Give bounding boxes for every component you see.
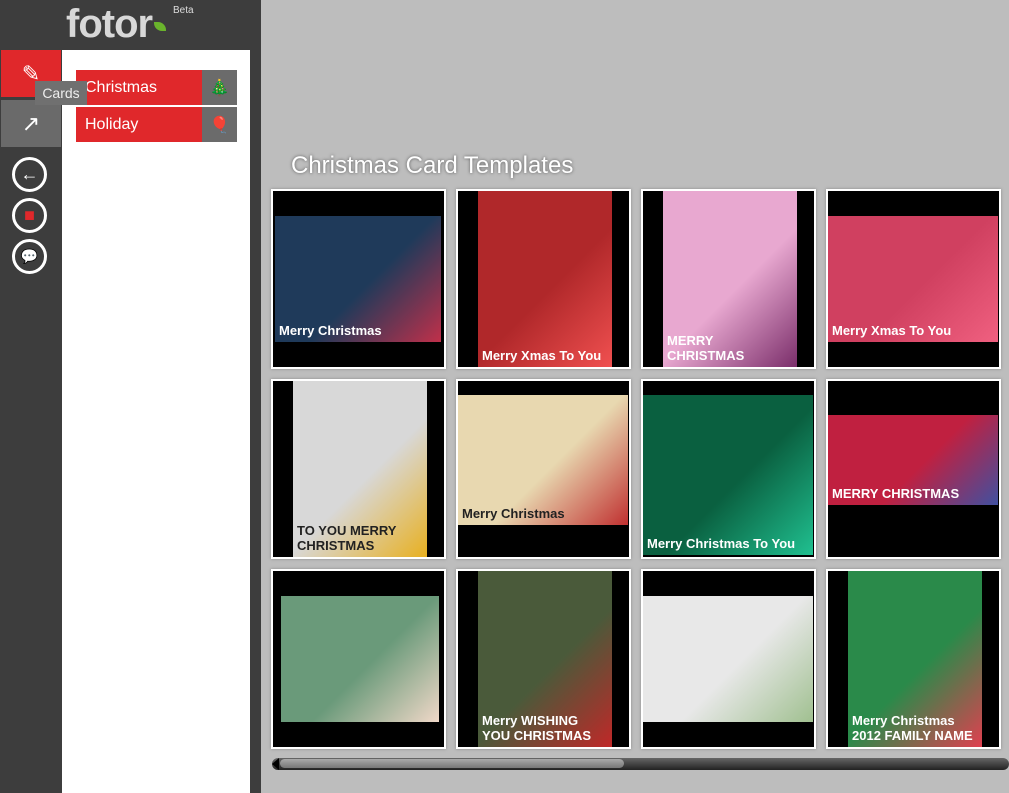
tshirt-button[interactable]: ■ [12,198,47,233]
fotor-logo: fotor [66,2,167,47]
category-panel: Christmas 🎄 Holiday 🎈 [62,50,250,793]
feedback-button[interactable]: 💬 [12,239,47,274]
card-template[interactable] [641,569,816,749]
card-text: MERRY CHRISTMAS [667,333,745,363]
card-template[interactable] [271,569,446,749]
card-text: Merry Xmas To You [482,348,602,363]
arrow-left-icon: ← [20,164,39,184]
category-label: Christmas [85,78,158,96]
chat-bubble-icon: 💬 [20,248,39,264]
card-template[interactable]: MERRY CHRISTMAS [641,189,816,369]
leaf-icon [154,22,167,31]
card-thumbnail: Merry WISHING YOU CHRISTMAS [478,571,612,747]
card-thumbnail: TO YOU MERRY CHRISTMAS [293,381,427,557]
card-template[interactable]: Merry Christmas [271,189,446,369]
share-icon: ↗ [21,110,41,136]
tool-rail: ✎ ↗ ← ■ 💬 [0,50,62,793]
card-text: TO YOU MERRY CHRISTMAS [297,523,397,553]
category-christmas[interactable]: Christmas 🎄 [76,70,237,105]
scrollbar-thumb[interactable] [280,759,624,768]
card-template[interactable]: TO YOU MERRY CHRISTMAS [271,379,446,559]
card-text: Merry Christmas [462,506,565,521]
card-thumbnail: Merry Xmas To You [478,191,612,367]
share-button[interactable]: ↗ [1,100,61,147]
card-thumbnail [643,596,813,722]
card-text: Merry Christmas [279,323,382,338]
logo-text: fotor [66,2,153,46]
cards-tooltip: Cards [35,81,87,105]
card-thumbnail: Merry Christmas [458,395,628,525]
scroll-left-arrow-icon[interactable] [272,758,279,770]
card-text: Merry Christmas To You [647,536,796,551]
left-sidebar: fotor Beta ✎ ↗ ← ■ 💬 Cards Christmas 🎄 Ho… [0,0,261,793]
card-template[interactable]: Merry Christmas To You [641,379,816,559]
card-text: Merry WISHING YOU CHRISTMAS [482,713,592,743]
category-holiday[interactable]: Holiday 🎈 [76,107,237,142]
card-text: MERRY CHRISTMAS [832,486,960,501]
card-template[interactable]: Merry Xmas To You [456,189,631,369]
card-text: Merry Xmas To You [832,323,952,338]
card-template[interactable]: Merry Xmas To You [826,189,1001,369]
card-template[interactable]: Merry WISHING YOU CHRISTMAS [456,569,631,749]
card-thumbnail: Merry Christmas 2012 FAMILY NAME [848,571,982,747]
card-thumbnail: Merry Christmas [275,216,441,342]
back-button[interactable]: ← [12,157,47,192]
tshirt-icon: ■ [24,205,35,225]
page-title: Christmas Card Templates [291,152,574,179]
card-thumbnail: Merry Christmas To You [643,395,813,555]
tree-icon: 🎄 [202,70,237,105]
card-thumbnail: MERRY CHRISTMAS [663,191,797,367]
card-template[interactable]: Merry Christmas 2012 FAMILY NAME [826,569,1001,749]
balloon-icon: 🎈 [202,107,237,142]
card-thumbnail [281,596,439,722]
card-thumbnail: Merry Xmas To You [828,216,998,342]
beta-label: Beta [173,5,194,16]
card-template[interactable]: Merry Christmas [456,379,631,559]
horizontal-scrollbar[interactable] [272,758,1009,770]
card-template[interactable]: MERRY CHRISTMAS [826,379,1001,559]
category-label: Holiday [85,115,139,133]
card-thumbnail: MERRY CHRISTMAS [828,415,998,505]
card-text: Merry Christmas 2012 FAMILY NAME [852,713,973,743]
